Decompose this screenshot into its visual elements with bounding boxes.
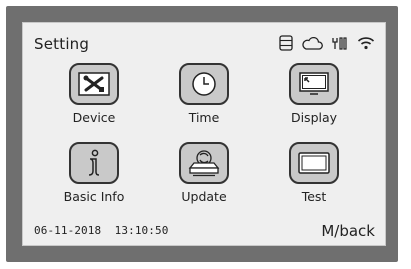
device-tile[interactable] xyxy=(69,63,119,105)
basic-info-tile[interactable] xyxy=(69,142,119,184)
menu-label: Display xyxy=(290,110,338,125)
settings-screen: Setting Device Time Display Basic Info U… xyxy=(22,22,386,246)
menu-item-device[interactable]: Device xyxy=(39,63,149,125)
menu-label: Time xyxy=(188,110,220,125)
update-tile[interactable] xyxy=(179,142,229,184)
signal-bars-icon xyxy=(331,36,349,50)
menu-item-basic-info[interactable]: Basic Info xyxy=(39,142,149,204)
status-bar xyxy=(279,33,375,53)
monitor-icon xyxy=(299,72,329,95)
test-screen-icon xyxy=(298,152,330,174)
info-icon xyxy=(88,149,100,176)
menu-item-update[interactable]: Update xyxy=(149,142,259,204)
clock-icon xyxy=(192,72,216,96)
display-tile[interactable] xyxy=(289,63,339,105)
page-title: Setting xyxy=(34,35,90,53)
cloud-icon xyxy=(301,36,323,50)
menu-label: Test xyxy=(301,189,327,204)
back-button[interactable]: M/back xyxy=(321,222,375,240)
tools-icon xyxy=(78,72,110,96)
menu-label: Device xyxy=(72,110,116,125)
time-tile[interactable] xyxy=(179,63,229,105)
menu-label: Update xyxy=(181,189,227,204)
test-tile[interactable] xyxy=(289,142,339,184)
datetime-display: 06-11-2018 13:10:50 xyxy=(34,224,169,237)
storage-icon xyxy=(279,35,293,51)
menu-grid: Device Time Display Basic Info Update Te… xyxy=(23,63,385,217)
update-icon xyxy=(188,150,220,177)
menu-label: Basic Info xyxy=(63,189,125,204)
wifi-icon xyxy=(357,36,375,50)
menu-item-time[interactable]: Time xyxy=(149,63,259,125)
menu-item-test[interactable]: Test xyxy=(259,142,369,204)
menu-item-display[interactable]: Display xyxy=(259,63,369,125)
